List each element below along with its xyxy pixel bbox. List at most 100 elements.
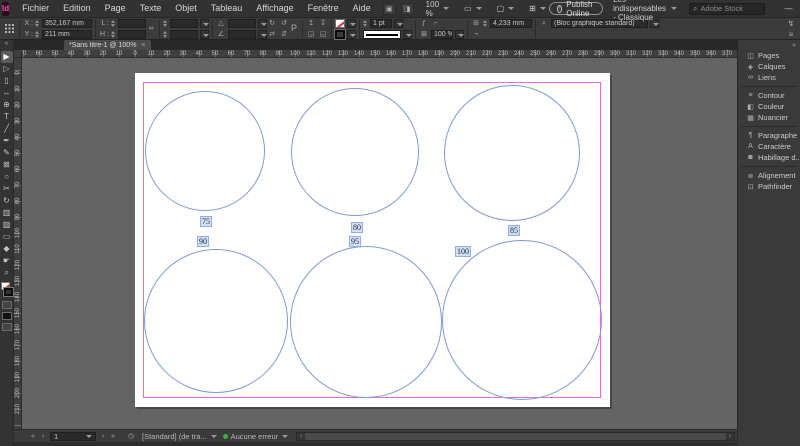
reference-point-grid-icon[interactable] — [5, 24, 14, 33]
apply-color-button[interactable] — [1, 312, 12, 320]
text-wrap-offset-stepper[interactable] — [483, 19, 488, 28]
panel-tab-calques[interactable]: ◈ Calques — [738, 61, 800, 72]
scissors-tool-icon[interactable]: ✂ — [1, 183, 13, 195]
scale-x-field[interactable] — [170, 18, 198, 28]
workspace-switcher[interactable]: Les indispensables - Classique — [613, 0, 677, 22]
panel-tab-pages[interactable]: ◫ Pages — [738, 50, 800, 61]
rotation-angle-field[interactable] — [228, 18, 256, 28]
pen-tool-icon[interactable]: ✒ — [1, 135, 13, 147]
scale-y-dropdown[interactable] — [200, 29, 209, 39]
stroke-weight-stepper[interactable] — [363, 19, 368, 28]
menu-affichage[interactable]: Affichage — [249, 0, 300, 17]
flip-horizontal-icon[interactable]: ⇄ — [267, 30, 277, 39]
bridge-icon[interactable]: ▣ — [382, 2, 396, 15]
effects-icon[interactable]: ƒ — [419, 19, 429, 28]
page-number-select[interactable]: 1 — [50, 431, 96, 441]
fill-swatch-dropdown[interactable] — [347, 18, 356, 28]
scale-y-field[interactable] — [170, 29, 198, 39]
pasteboard-canvas[interactable]: 75 80 85 90 95 100 — [22, 58, 737, 429]
panel-tab-alignement[interactable]: ≣ Alignement — [738, 170, 800, 181]
ellipse-frame[interactable] — [144, 249, 288, 393]
menu-fenetre[interactable]: Fenêtre — [301, 0, 346, 17]
corner-shape-icon[interactable]: ¬ — [471, 30, 481, 39]
panel-tab-liens[interactable]: ∞ Liens — [738, 72, 800, 83]
rectangle-frame-tool-icon[interactable]: ⊠ — [1, 159, 13, 171]
view-options-select[interactable]: ▭ — [461, 2, 485, 16]
panel-tab-pathfinder[interactable]: ⊡ Pathfinder — [738, 181, 800, 192]
rotate-ccw-icon[interactable]: ↺ — [279, 19, 289, 28]
panel-tab-couleur[interactable]: ◧ Couleur — [738, 101, 800, 112]
tab-close-icon[interactable]: × — [141, 42, 145, 49]
text-frame-label[interactable]: 75 — [200, 216, 212, 227]
arrange-documents-select[interactable]: ⊞ — [526, 2, 549, 16]
menu-tableau[interactable]: Tableau — [204, 0, 250, 17]
gradient-feather-tool-icon[interactable]: ▨ — [1, 219, 13, 231]
direct-selection-tool-icon[interactable]: ▷ — [1, 63, 13, 75]
fit-content-icon[interactable]: ◱ — [318, 30, 328, 39]
width-field[interactable] — [118, 18, 146, 28]
corner-options-icon[interactable]: ⌐ — [431, 19, 441, 28]
menu-objet[interactable]: Objet — [168, 0, 204, 17]
fill-stroke-swatch-pair[interactable] — [0, 282, 14, 297]
document-tab[interactable]: *Sans titre-1 @ 100% × — [64, 40, 151, 50]
hand-tool-icon[interactable]: ☛ — [1, 255, 13, 267]
menu-aide[interactable]: Aide — [346, 0, 378, 17]
width-stepper[interactable] — [111, 19, 116, 28]
scale-x-dropdown[interactable] — [200, 18, 209, 28]
opacity-dropdown[interactable] — [455, 29, 464, 39]
height-stepper[interactable] — [111, 30, 116, 39]
text-frame-label[interactable]: 85 — [508, 225, 520, 236]
stroke-style-preview[interactable] — [363, 29, 401, 39]
opacity-field[interactable]: 100 % — [431, 29, 453, 39]
scroll-right-icon[interactable]: › — [726, 433, 734, 440]
stock-icon[interactable]: ◨ — [400, 2, 414, 15]
ellipse-frame[interactable] — [145, 91, 265, 211]
zoom-tool-icon[interactable]: ⌕ — [1, 267, 13, 279]
ellipse-frame[interactable] — [442, 240, 602, 400]
screen-mode-button[interactable] — [1, 323, 12, 331]
stroke-weight-field[interactable]: 1 pt — [370, 18, 392, 28]
text-frame-label[interactable]: 90 — [197, 236, 209, 247]
menu-edition[interactable]: Edition — [56, 0, 98, 17]
height-field[interactable] — [118, 29, 146, 39]
menu-fichier[interactable]: Fichier — [15, 0, 56, 17]
scale-y-stepper[interactable] — [163, 30, 168, 39]
stroke-style-dropdown[interactable] — [403, 29, 412, 39]
next-page-button[interactable]: › — [98, 433, 108, 440]
zoom-level-select[interactable]: 100 % — [423, 0, 452, 18]
gap-tool-icon[interactable]: ↔ — [1, 87, 13, 99]
ellipse-frame[interactable] — [290, 246, 442, 398]
tools-collapse-icon[interactable]: « — [0, 40, 13, 48]
x-stepper[interactable] — [35, 19, 40, 28]
text-frame-label[interactable]: 95 — [349, 236, 361, 247]
first-page-button[interactable]: « — [28, 433, 38, 440]
stroke-swatch-black[interactable] — [334, 28, 346, 40]
scale-x-stepper[interactable] — [163, 19, 168, 28]
panel-tab-nuancier[interactable]: ▦ Nuancier — [738, 112, 800, 123]
quick-apply-icon[interactable]: ↯ — [786, 19, 796, 28]
gradient-swatch-tool-icon[interactable]: ▥ — [1, 207, 13, 219]
note-tool-icon[interactable]: ▭ — [1, 231, 13, 243]
formatting-affects-button[interactable] — [1, 301, 12, 309]
screen-mode-select[interactable]: ▢ — [494, 2, 518, 16]
line-tool-icon[interactable]: ╱ — [1, 123, 13, 135]
pencil-tool-icon[interactable]: ✎ — [1, 147, 13, 159]
select-container-icon[interactable]: ↥ — [306, 19, 316, 28]
panel-tab-contour[interactable]: ≡ Contour — [738, 90, 800, 101]
ellipse-frame[interactable] — [291, 88, 419, 216]
page-tool-icon[interactable]: ▯ — [1, 75, 13, 87]
toolbar-stroke-swatch[interactable] — [2, 287, 14, 297]
previous-page-button[interactable]: ‹ — [38, 433, 48, 440]
text-wrap-offset-field[interactable]: 4,233 mm — [490, 18, 532, 28]
fit-frame-icon[interactable]: ◲ — [306, 30, 316, 39]
horizontal-scrollbar[interactable]: ‹ › — [296, 431, 735, 441]
content-collector-tool-icon[interactable]: ⊕ — [1, 99, 13, 111]
stroke-weight-dropdown[interactable] — [394, 18, 403, 28]
publish-online-button[interactable]: ↑ Publish Online — [548, 0, 604, 18]
ruler-origin-corner[interactable] — [14, 50, 22, 58]
y-stepper[interactable] — [35, 30, 40, 39]
selection-tool-icon[interactable]: ▶ — [0, 51, 13, 63]
last-page-button[interactable]: » — [108, 433, 118, 440]
type-tool-icon[interactable]: T — [1, 111, 13, 123]
minimize-button[interactable]: — — [782, 2, 796, 15]
